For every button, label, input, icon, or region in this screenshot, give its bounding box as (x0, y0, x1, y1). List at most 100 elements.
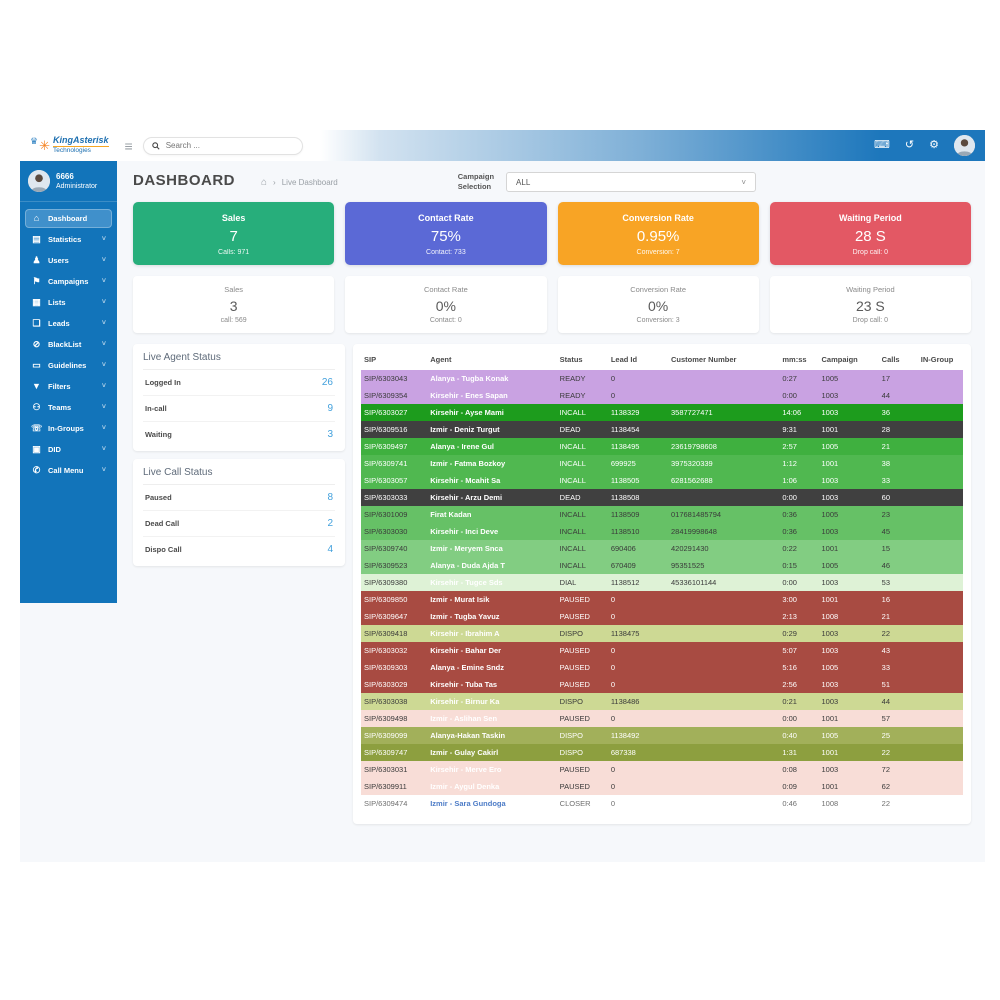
cell-campaign: 1001 (818, 778, 878, 795)
agent-link[interactable]: Alanya-Hakan Taskin (427, 727, 556, 744)
hamburger-menu-icon[interactable]: ≡ (125, 138, 133, 154)
cell-sip: SIP/6309747 (361, 744, 427, 761)
cell-customer (668, 370, 779, 387)
cell-in-group (918, 438, 963, 455)
panel-title: Live Agent Status (143, 352, 335, 370)
cell-campaign: 1008 (818, 608, 878, 625)
kpi-card-contact-rate: Contact Rate75%Contact: 733 (345, 202, 546, 265)
agent-link[interactable]: Firat Kadan (427, 506, 556, 523)
sidebar-item-guidelines[interactable]: ▭Guidelines˅ (25, 356, 112, 375)
chevron-down-icon: ˅ (102, 467, 106, 474)
sidebar-item-lists[interactable]: ▦Lists˅ (25, 293, 112, 312)
logo[interactable]: ♛ ✳ KingAsterisk Technologies (30, 136, 109, 154)
sidebar-item-leads[interactable]: ❏Leads˅ (25, 314, 112, 333)
cell-campaign: 1001 (818, 744, 878, 761)
agent-link[interactable]: Kirsehir - Merve Ero (427, 761, 556, 778)
sidebar-item-campaigns[interactable]: ⚑Campaigns˅ (25, 272, 112, 291)
avatar[interactable] (954, 135, 975, 156)
cell-lead-id: 1138492 (608, 727, 668, 744)
breadcrumb-current[interactable]: Live Dashboard (282, 178, 338, 187)
table-row: SIP/6303038Kirsehir - Birnur KaDISPO1138… (361, 693, 963, 710)
agent-link[interactable]: Kirsehir - Enes Sapan (427, 387, 556, 404)
cell-lead-id: 0 (608, 608, 668, 625)
agent-link[interactable]: Alanya - Duda Ajda T (427, 557, 556, 574)
chevron-down-icon: ˅ (102, 362, 106, 369)
cell-calls: 53 (879, 574, 918, 591)
sidebar-item-teams[interactable]: ⚇Teams˅ (25, 398, 112, 417)
cell-status: INCALL (557, 523, 608, 540)
cell-in-group (918, 523, 963, 540)
col-header-mm-ss: mm:ss (779, 349, 818, 370)
agent-link[interactable]: Izmir - Sara Gundoga (427, 795, 556, 812)
agent-link[interactable]: Kirsehir - Inci Deve (427, 523, 556, 540)
cell-in-group (918, 778, 963, 795)
blocked-phone-icon: ⊘ (31, 340, 42, 349)
agent-link[interactable]: Kirsehir - Tuba Tas (427, 676, 556, 693)
live-agent-status-panel: Live Agent Status Logged In26In-call9Wai… (133, 344, 345, 451)
agent-link[interactable]: Izmir - Tugba Yavuz (427, 608, 556, 625)
agent-link[interactable]: Izmir - Gulay Cakirl (427, 744, 556, 761)
cell-in-group (918, 625, 963, 642)
agent-link[interactable]: Izmir - Fatma Bozkoy (427, 455, 556, 472)
kpi-subtitle: Drop call: 0 (770, 249, 971, 256)
sidebar-item-statistics[interactable]: ▤Statistics˅ (25, 230, 112, 249)
cell-time: 0:00 (779, 489, 818, 506)
agent-link[interactable]: Izmir - Meryem Snca (427, 540, 556, 557)
cell-customer (668, 608, 779, 625)
cell-campaign: 1003 (818, 404, 878, 421)
agent-link[interactable]: Izmir - Aygul Denka (427, 778, 556, 795)
status-label: Logged In (145, 378, 181, 387)
agent-link[interactable]: Alanya - Irene Gul (427, 438, 556, 455)
col-header-agent: Agent (427, 349, 556, 370)
cell-calls: 22 (879, 795, 918, 812)
agent-link[interactable]: Kirsehir - Arzu Demi (427, 489, 556, 506)
col-header-calls: Calls (879, 349, 918, 370)
history-icon[interactable]: ↺ (905, 140, 914, 151)
cell-time: 1:12 (779, 455, 818, 472)
agent-link[interactable]: Izmir - Aslihan Sen (427, 710, 556, 727)
page-header: DASHBOARD ⌂ › Live Dashboard Campaign Se… (133, 172, 971, 192)
cell-customer: 23619798608 (668, 438, 779, 455)
cell-sip: SIP/6309498 (361, 710, 427, 727)
sidebar-item-in-groups[interactable]: ☏In-Groups˅ (25, 419, 112, 438)
cell-in-group (918, 795, 963, 812)
sidebar-item-did[interactable]: ▣DID˅ (25, 440, 112, 459)
agent-link[interactable]: Kirsehir - Ayse Mami (427, 404, 556, 421)
cell-in-group (918, 761, 963, 778)
sidebar-item-users[interactable]: ♟Users˅ (25, 251, 112, 270)
sidebar-item-dashboard[interactable]: ⌂Dashboard (25, 209, 112, 228)
home-icon: ⌂ (31, 214, 42, 223)
agent-link[interactable]: Izmir - Deniz Turgut (427, 421, 556, 438)
cell-calls: 72 (879, 761, 918, 778)
cell-calls: 33 (879, 659, 918, 676)
cell-time: 0:00 (779, 574, 818, 591)
search-input[interactable] (166, 141, 294, 150)
agent-link[interactable]: Kirsehir - Birnur Ka (427, 693, 556, 710)
sidebar-item-call-menu[interactable]: ✆Call Menu˅ (25, 461, 112, 480)
chevron-down-icon: ˅ (102, 425, 106, 432)
cell-status: DIAL (557, 574, 608, 591)
agent-link[interactable]: Kirsehir - Tugce Sds (427, 574, 556, 591)
col-header-sip: SIP (361, 349, 427, 370)
sidebar-item-blacklist[interactable]: ⊘BlackList˅ (25, 335, 112, 354)
agent-link[interactable]: Izmir - Murat Isik (427, 591, 556, 608)
cell-time: 1:06 (779, 472, 818, 489)
cell-customer: 017681485794 (668, 506, 779, 523)
agent-link[interactable]: Alanya - Tugba Konak (427, 370, 556, 387)
agent-link[interactable]: Alanya - Emine Sndz (427, 659, 556, 676)
agent-link[interactable]: Kirsehir - Ibrahim A (427, 625, 556, 642)
user-card[interactable]: 6666 Administrator (20, 161, 117, 202)
cell-in-group (918, 642, 963, 659)
home-icon[interactable]: ⌂ (261, 177, 267, 188)
agent-link[interactable]: Kirsehir - Bahar Der (427, 642, 556, 659)
sidebar-item-filters[interactable]: ▼Filters˅ (25, 377, 112, 396)
cell-lead-id: 1138505 (608, 472, 668, 489)
settings-icon[interactable]: ⚙ (929, 140, 939, 151)
cell-lead-id: 690406 (608, 540, 668, 557)
keyboard-icon[interactable]: ⌨ (874, 140, 890, 151)
chevron-down-icon: ˅ (102, 341, 106, 348)
agent-link[interactable]: Kirsehir - Mcahit Sa (427, 472, 556, 489)
sidebar: 6666 Administrator ⌂Dashboard ▤Statistics… (20, 161, 117, 603)
kpi-subtitle: Conversion: 7 (558, 249, 759, 256)
campaign-select[interactable]: ALL ˅ (506, 172, 756, 192)
